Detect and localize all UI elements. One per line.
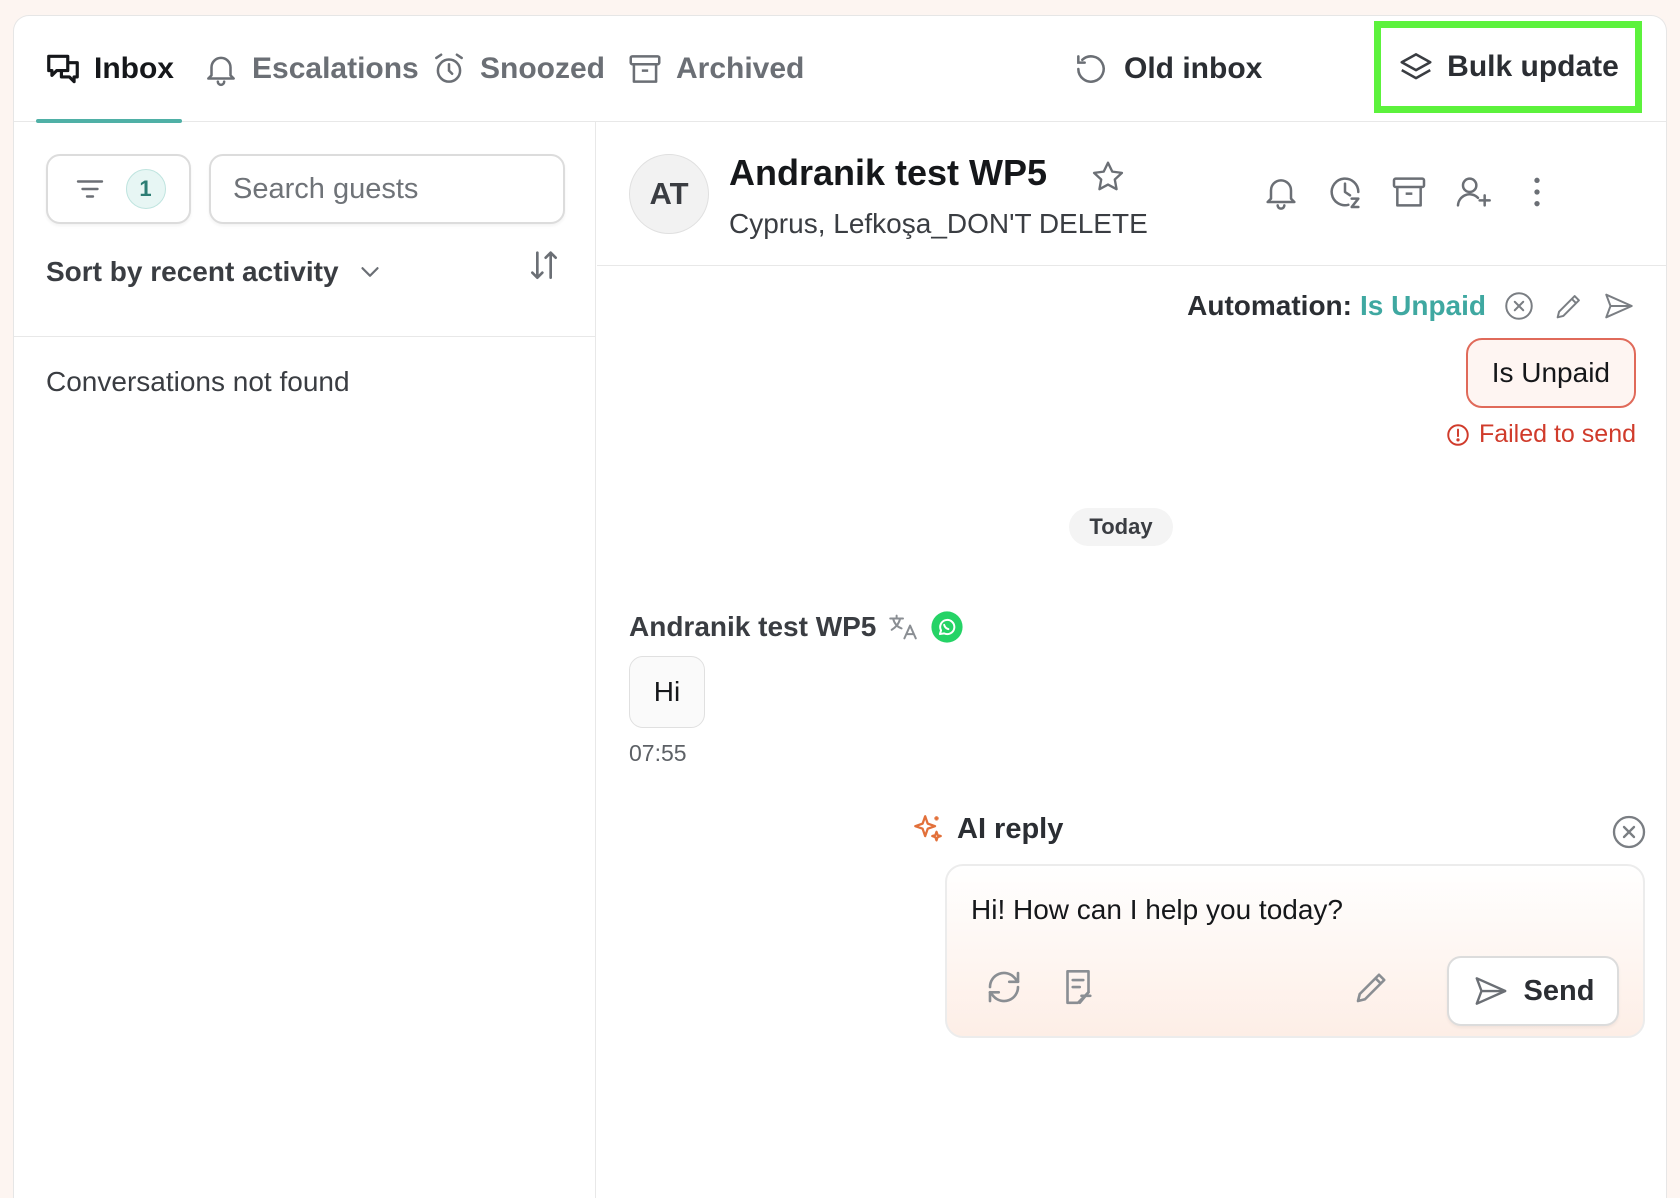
document-icon[interactable]: [1057, 966, 1099, 1008]
outgoing-message-bubble[interactable]: Is Unpaid: [1465, 338, 1636, 408]
top-navigation: Inbox Escalations Snoozed Archived Old i…: [14, 16, 1666, 123]
divider: [14, 336, 595, 337]
close-circle-icon[interactable]: [1609, 812, 1649, 852]
send-icon: [1472, 972, 1510, 1010]
failed-status: Failed to send: [1445, 420, 1636, 449]
pencil-icon[interactable]: [1351, 966, 1393, 1008]
tab-label: Inbox: [94, 52, 174, 85]
filter-count-badge: 1: [125, 169, 166, 209]
app-window: Inbox Escalations Snoozed Archived Old i…: [13, 15, 1667, 1198]
automation-value[interactable]: Is Unpaid: [1360, 290, 1486, 322]
chat-bubbles-icon: [44, 50, 82, 88]
sort-arrows-icon: [524, 246, 564, 286]
message-author: Andranik test WP5: [629, 611, 877, 642]
archive-icon[interactable]: [1389, 172, 1429, 212]
tab-escalations[interactable]: Escalations: [202, 16, 419, 122]
message-time: 07:55: [629, 740, 687, 766]
conversation-list-panel: 1 Sort by recent activity Conversations …: [14, 122, 596, 1198]
avatar[interactable]: AT: [629, 154, 709, 234]
send-label: Send: [1523, 974, 1595, 1007]
ai-reply-card: Hi! How can I help you today? Send: [945, 864, 1645, 1038]
bulk-update-label: Bulk update: [1447, 50, 1619, 83]
bulk-update-button[interactable]: Bulk update: [1374, 21, 1642, 113]
alert-circle-icon: [1445, 422, 1471, 448]
regenerate-icon[interactable]: [983, 966, 1025, 1008]
ai-reply-header: AI reply: [911, 812, 1063, 846]
tab-archived[interactable]: Archived: [626, 16, 804, 122]
tab-label: Snoozed: [480, 52, 605, 85]
search-input[interactable]: [209, 154, 565, 224]
sort-label: Sort by recent activity: [46, 256, 339, 287]
add-user-icon[interactable]: [1453, 172, 1493, 212]
old-inbox-label: Old inbox: [1124, 52, 1263, 85]
message-author-row: Andranik test WP5: [629, 610, 964, 644]
tab-inbox[interactable]: Inbox: [36, 16, 182, 123]
automation-row: Automation: Is Unpaid: [597, 286, 1636, 326]
bell-icon[interactable]: [1261, 172, 1301, 212]
pencil-icon[interactable]: [1552, 289, 1586, 323]
send-icon[interactable]: [1602, 289, 1636, 323]
ai-reply-title: AI reply: [957, 812, 1064, 845]
date-divider: Today: [1069, 508, 1173, 546]
guest-location: Cyprus, Lefkoşa_DON'T DELETE: [729, 208, 1148, 239]
alarm-clock-icon: [430, 50, 468, 88]
chevron-down-icon: [355, 257, 385, 287]
translate-icon[interactable]: [886, 610, 920, 644]
sort-direction-button[interactable]: [524, 246, 564, 286]
bell-icon: [202, 50, 240, 88]
old-inbox-button[interactable]: Old inbox: [1072, 16, 1262, 122]
sparkle-icon: [911, 812, 945, 846]
failed-status-text: Failed to send: [1478, 420, 1636, 448]
sort-dropdown[interactable]: Sort by recent activity: [46, 252, 385, 292]
snooze-clock-icon[interactable]: [1325, 172, 1365, 212]
undo-icon: [1072, 50, 1110, 88]
ai-reply-text[interactable]: Hi! How can I help you today?: [971, 894, 1343, 926]
tab-label: Escalations: [252, 52, 419, 85]
incoming-message-bubble[interactable]: Hi: [629, 656, 705, 728]
tab-label: Archived: [676, 52, 805, 85]
archive-box-icon: [626, 50, 664, 88]
whatsapp-icon: [930, 610, 964, 644]
layers-icon: [1397, 48, 1435, 86]
tab-snoozed[interactable]: Snoozed: [430, 16, 605, 122]
automation-label: Automation:: [1187, 290, 1352, 321]
star-icon[interactable]: [1089, 158, 1127, 196]
conversation-panel: AT Andranik test WP5 Cyprus, Lefkoşa_DON…: [597, 122, 1666, 1198]
guest-name: Andranik test WP5: [729, 152, 1048, 193]
send-button[interactable]: Send: [1447, 956, 1619, 1026]
more-vertical-icon[interactable]: [1517, 172, 1557, 212]
empty-state-text: Conversations not found: [46, 366, 350, 397]
close-circle-icon[interactable]: [1502, 289, 1536, 323]
filter-icon: [72, 171, 108, 207]
filter-button[interactable]: 1: [46, 154, 191, 224]
conversation-header: AT Andranik test WP5 Cyprus, Lefkoşa_DON…: [597, 122, 1666, 266]
